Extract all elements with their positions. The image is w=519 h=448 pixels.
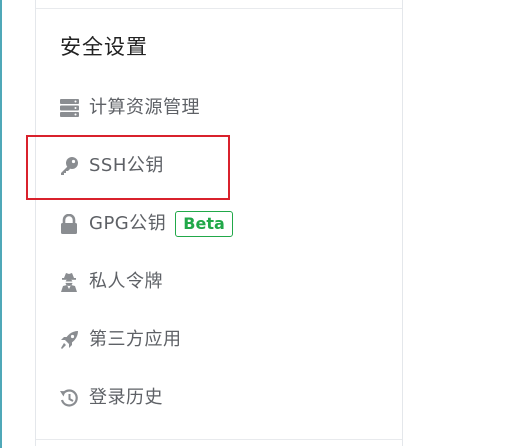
server-icon: [59, 98, 79, 118]
section-title: 安全设置: [60, 35, 148, 59]
lock-icon: [59, 214, 79, 234]
user-secret-icon: [59, 272, 79, 292]
menu-item-gpg-keys[interactable]: GPG公钥 Beta: [59, 209, 233, 239]
menu-item-label: 计算资源管理: [89, 97, 200, 118]
page-edge: [0, 0, 2, 448]
menu-item-label: GPG公钥: [89, 213, 167, 234]
history-icon: [59, 388, 79, 408]
rocket-icon: [59, 330, 79, 350]
menu-item-login-history[interactable]: 登录历史: [59, 383, 163, 413]
menu-item-label: 第三方应用: [89, 329, 182, 350]
panel-top-divider: [36, 8, 402, 9]
panel-bottom-divider: [36, 439, 402, 440]
menu-item-compute-resources[interactable]: 计算资源管理: [59, 93, 200, 123]
menu-item-private-tokens[interactable]: 私人令牌: [59, 267, 163, 297]
highlight-box: [26, 135, 230, 200]
security-settings-panel: 安全设置 计算资源管理 SSH公钥 GPG公钥 Beta 私人令牌 第三方应用 …: [35, 0, 403, 446]
menu-item-label: 私人令牌: [89, 271, 163, 292]
beta-badge: Beta: [175, 211, 233, 237]
menu-item-third-party-apps[interactable]: 第三方应用: [59, 325, 182, 355]
menu-item-label: 登录历史: [89, 387, 163, 408]
